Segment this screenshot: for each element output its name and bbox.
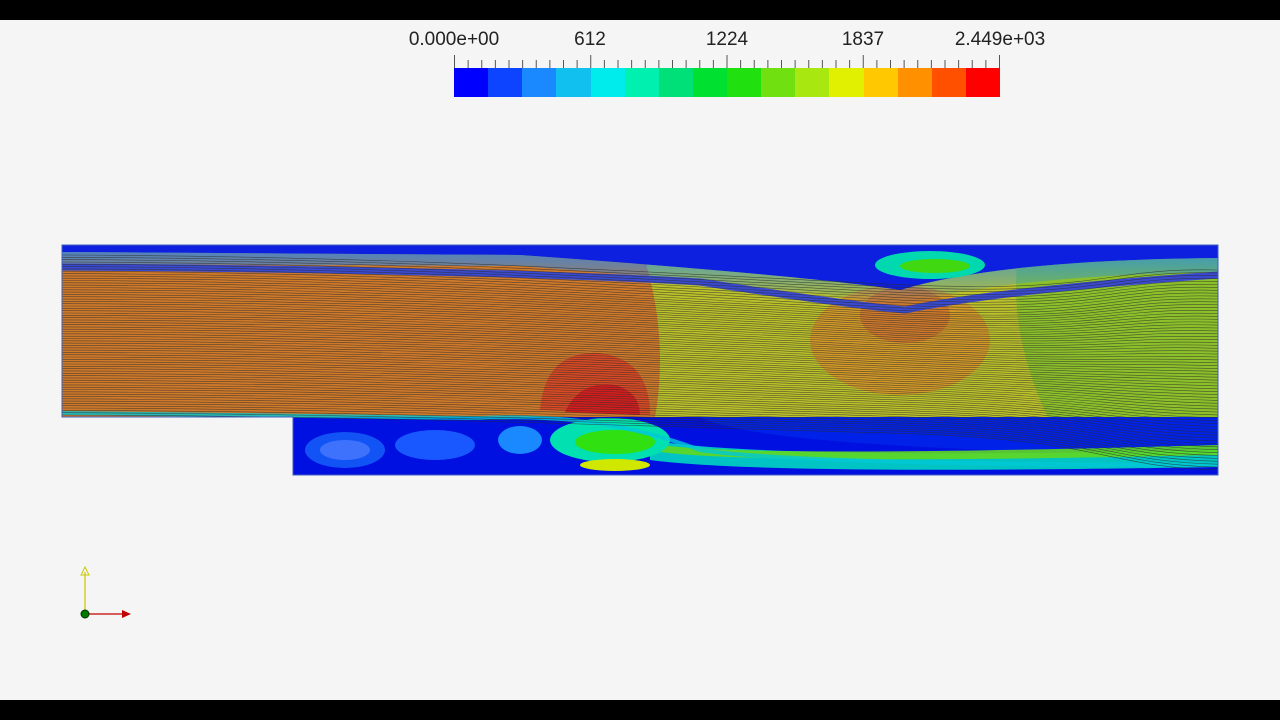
orientation-axes-icon [80,565,131,619]
flow-field-render [61,244,1219,476]
render-viewport[interactable]: 0.000e+00 612 1224 1837 2.449e+03 [0,20,1280,700]
flow-domain [62,245,1218,475]
